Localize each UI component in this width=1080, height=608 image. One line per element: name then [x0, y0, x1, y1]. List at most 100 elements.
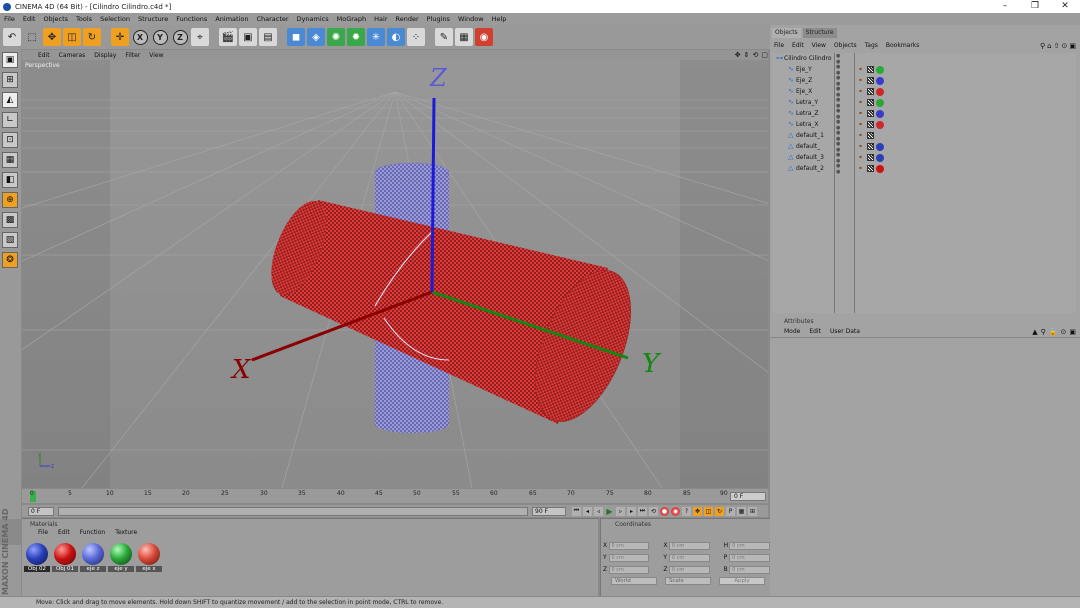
polygons-mode-icon[interactable]: ◧	[2, 172, 18, 188]
lock-icon[interactable]: 🔒	[1049, 328, 1058, 336]
menu-mograph[interactable]: MoGraph	[337, 15, 367, 23]
close-button[interactable]: ✕	[1050, 0, 1080, 13]
viewport-menu-display[interactable]: Display	[94, 52, 116, 59]
coordinate-mode-dropdown[interactable]: World	[611, 577, 657, 585]
viewport-solo-icon[interactable]: ▧	[2, 232, 18, 248]
menu-selection[interactable]: Selection	[100, 15, 130, 23]
z-axis-lock-button[interactable]: Z	[171, 28, 189, 46]
size-x-field[interactable]: 0 cm	[668, 541, 710, 550]
material-swatch[interactable]: eje x	[136, 543, 162, 572]
menu-objects[interactable]: Objects	[43, 15, 68, 23]
viewport-menu-edit[interactable]: Edit	[38, 52, 50, 59]
object-row[interactable]: ∿ Letra_Y ● ● ⚭	[772, 97, 1076, 109]
texture-tag-icon[interactable]	[867, 121, 874, 128]
cloner-icon[interactable]: ✹	[347, 28, 365, 46]
materials-menu-edit[interactable]: Edit	[58, 529, 70, 539]
x-axis-lock-button[interactable]: X	[131, 28, 149, 46]
render-settings-icon[interactable]: ▤	[259, 28, 277, 46]
timeline[interactable]: 0 5 10 15 20 25 30 35 40 45 50 55 60 65 …	[22, 489, 768, 503]
material-swatch[interactable]: Obj 02	[24, 543, 50, 572]
menu-plugins[interactable]: Plugins	[427, 15, 450, 23]
object-row[interactable]: △ default_1 ● ● ⚭	[772, 130, 1076, 142]
live-selection-icon[interactable]: ⬚	[23, 28, 41, 46]
attributes-menu-edit[interactable]: Edit	[809, 328, 821, 335]
phong-tag-icon[interactable]: ⚭	[858, 66, 865, 73]
menu-edit[interactable]: Edit	[23, 15, 36, 23]
previous-key-icon[interactable]: ◂	[583, 506, 592, 516]
texture-tag-icon[interactable]	[867, 143, 874, 150]
end-frame-field[interactable]: 90 F	[532, 506, 566, 516]
move-icon[interactable]: ✥	[43, 28, 61, 46]
position-x-field[interactable]: 0 cm	[608, 541, 650, 550]
material-tag-icon[interactable]	[876, 142, 884, 151]
material-tag-icon[interactable]	[876, 109, 884, 118]
up-arrow-icon[interactable]: ⇧	[1054, 42, 1060, 50]
lock-icon[interactable]: ⊙	[1062, 42, 1068, 50]
menu-help[interactable]: Help	[492, 15, 507, 23]
size-z-field[interactable]: 0 cm	[668, 565, 710, 574]
texture-tag-icon[interactable]	[867, 132, 874, 139]
texture-mode-icon[interactable]: ⊞	[2, 72, 18, 88]
menu-animation[interactable]: Animation	[215, 15, 248, 23]
texture-tag-icon[interactable]	[867, 154, 874, 161]
material-tag-icon[interactable]	[876, 164, 884, 173]
keyframe-selection-icon[interactable]: ?	[682, 506, 691, 516]
point-level-icon[interactable]: ▦	[737, 506, 746, 516]
render-picture-viewer-icon[interactable]: ▣	[239, 28, 257, 46]
search-icon[interactable]: ⚲	[1041, 328, 1046, 336]
viewport-menu-filter[interactable]: Filter	[125, 52, 140, 59]
previous-frame-icon[interactable]: ◃	[594, 506, 603, 516]
axis-mode-icon[interactable]: ∟	[2, 112, 18, 128]
apply-button[interactable]: Apply	[719, 577, 765, 585]
position-y-field[interactable]: 0 cm	[608, 553, 650, 562]
material-swatch[interactable]: eje y	[108, 543, 134, 572]
rotate-icon[interactable]: ↻	[83, 28, 101, 46]
object-row-root[interactable]: ⊶ Cilindro Cilindro ● ●	[772, 53, 1076, 65]
material-tag-icon[interactable]	[876, 65, 884, 74]
phong-tag-icon[interactable]: ⚭	[858, 121, 865, 128]
loop-icon[interactable]: ⟲	[649, 506, 658, 516]
go-to-start-icon[interactable]: ⏮	[572, 506, 581, 516]
zoom-icon[interactable]: ⇕	[744, 51, 750, 59]
search-icon[interactable]: ⚲	[1040, 42, 1045, 50]
objects-menu-file[interactable]: File	[774, 42, 784, 49]
maximize-view-icon[interactable]: ▢	[761, 51, 768, 59]
texture-tag-icon[interactable]	[867, 99, 874, 106]
tweak-mode-icon[interactable]: ▩	[2, 212, 18, 228]
object-row[interactable]: ∿ Letra_Z ● ● ⚭	[772, 108, 1076, 120]
objects-menu-tags[interactable]: Tags	[865, 42, 878, 49]
object-row[interactable]: △ default_3 ● ● ⚭	[772, 152, 1076, 164]
new-panel-icon[interactable]: ▣	[1069, 42, 1076, 50]
edges-mode-icon[interactable]: ▦	[2, 152, 18, 168]
deformer-icon[interactable]: ✳	[367, 28, 385, 46]
phong-tag-icon[interactable]: ⚭	[858, 88, 865, 95]
phong-tag-icon[interactable]: ⚭	[858, 154, 865, 161]
texture-tag-icon[interactable]	[867, 165, 874, 172]
scale-icon[interactable]: ◫	[63, 28, 81, 46]
phong-tag-icon[interactable]: ⚭	[858, 110, 865, 117]
home-icon[interactable]: ⌂	[1047, 42, 1051, 50]
objects-menu-objects[interactable]: Objects	[834, 42, 857, 49]
next-key-icon[interactable]: ▸	[627, 506, 636, 516]
menu-dynamics[interactable]: Dynamics	[297, 15, 329, 23]
rotation-h-field[interactable]: 0 cm	[729, 541, 770, 550]
attributes-menu-user-data[interactable]: User Data	[830, 328, 860, 335]
undo-icon[interactable]: ↶	[3, 28, 21, 46]
y-axis-lock-button[interactable]: Y	[151, 28, 169, 46]
last-tool-icon[interactable]: ✛	[111, 28, 129, 46]
objects-menu-bookmarks[interactable]: Bookmarks	[886, 42, 920, 49]
current-frame-field[interactable]: 0 F	[730, 492, 766, 501]
material-swatch[interactable]: eje z	[80, 543, 106, 572]
rotation-b-field[interactable]: 0 cm	[729, 565, 770, 574]
viewport-menu-cameras[interactable]: Cameras	[59, 52, 86, 59]
make-editable-icon[interactable]: ▣	[2, 52, 18, 68]
texture-tag-icon[interactable]	[867, 110, 874, 117]
menu-window[interactable]: Window	[458, 15, 484, 23]
menu-hair[interactable]: Hair	[374, 15, 387, 23]
start-frame-field[interactable]: 0 F	[28, 506, 54, 516]
array-icon[interactable]: ✺	[327, 28, 345, 46]
rotation-p-field[interactable]: 0 cm	[729, 553, 770, 562]
3d-viewport[interactable]: X Y Z y z Perspective	[22, 60, 768, 488]
phong-tag-icon[interactable]: ⚭	[858, 99, 865, 106]
tab-structure[interactable]: Structure	[802, 28, 837, 38]
